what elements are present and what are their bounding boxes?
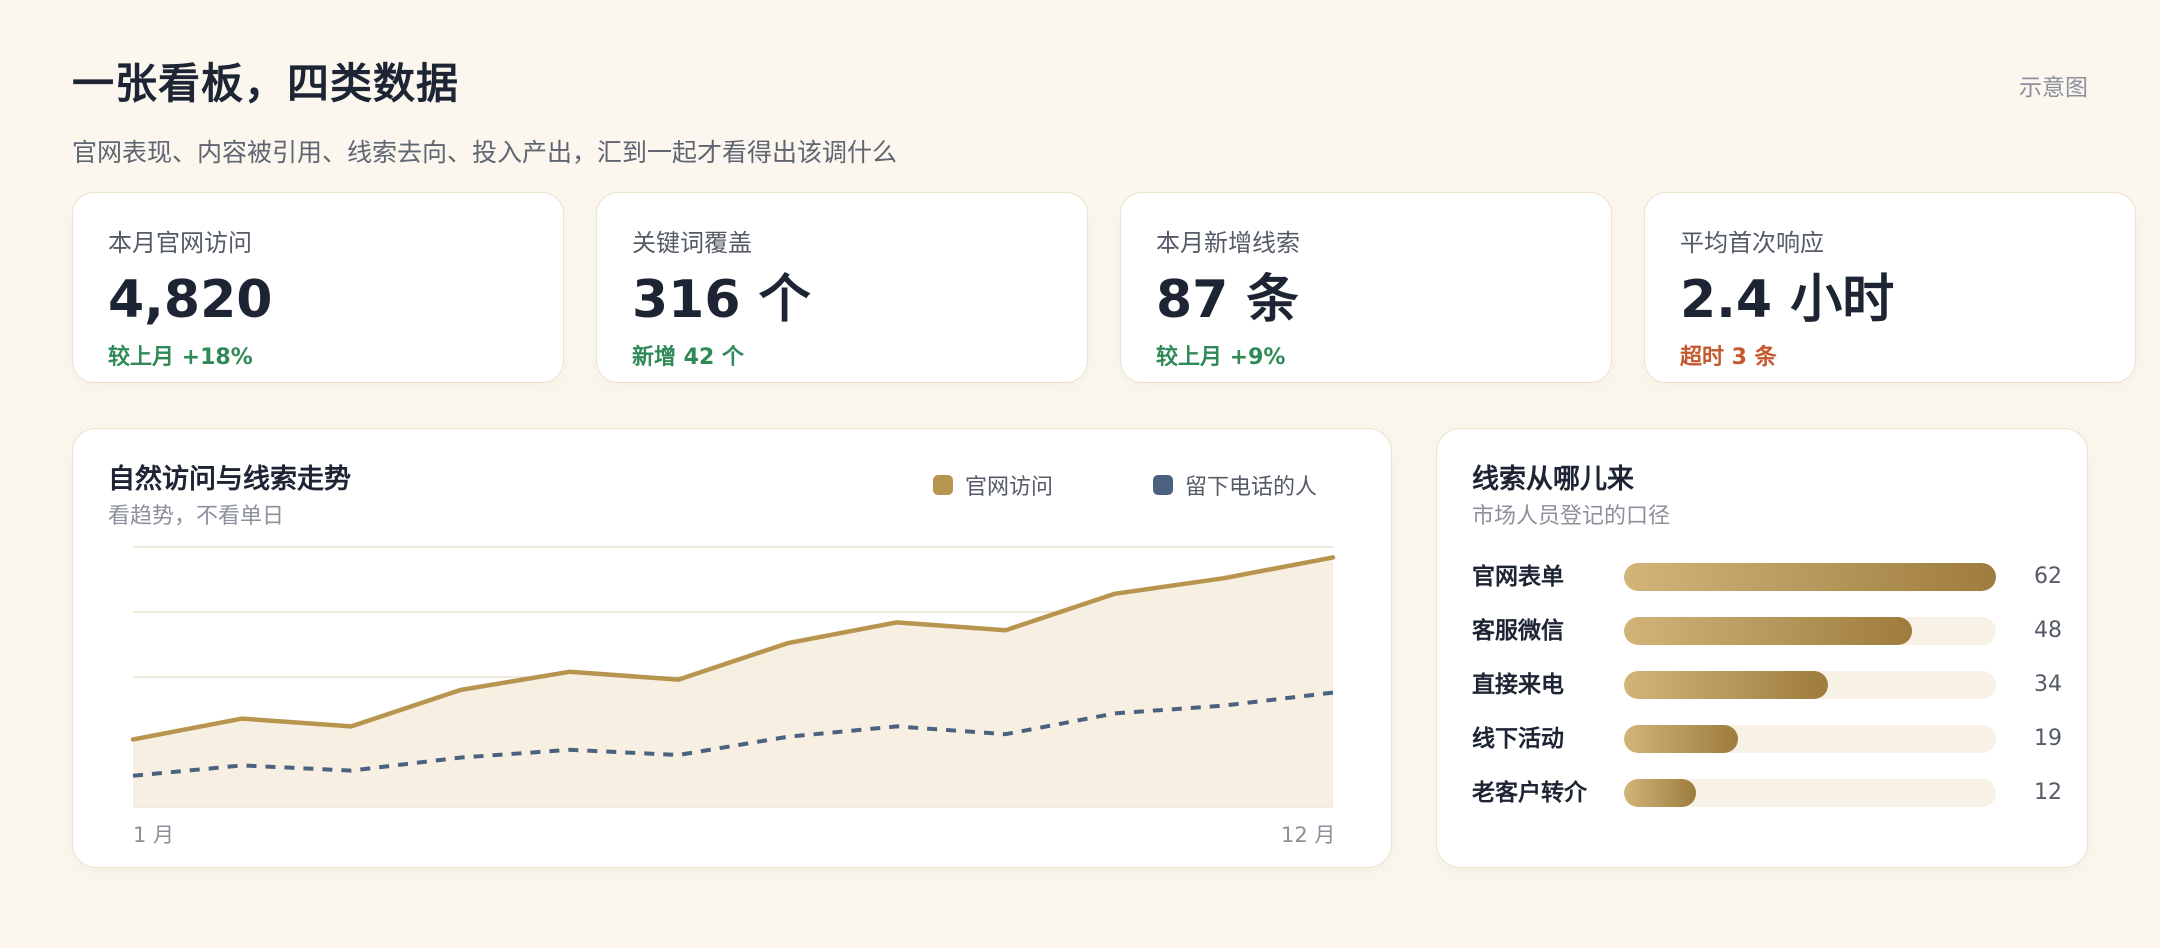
- kpi-label: 本月新增线索: [1156, 229, 1300, 257]
- source-value: 34: [2034, 672, 2062, 697]
- x-axis-end-label: 12 月: [1281, 823, 1336, 847]
- trend-panel: 自然访问与线索走势 看趋势，不看单日 官网访问 留下电话的人 1 月 12 月: [72, 428, 1392, 868]
- trend-title: 自然访问与线索走势: [108, 464, 351, 495]
- bar-fill: [1624, 779, 1696, 807]
- source-list: 官网表单 62 客服微信 48 直接来电 34 线下活动 19 老客户转介 12: [1472, 563, 2062, 833]
- bar-track: [1624, 671, 1996, 699]
- source-value: 19: [2034, 726, 2062, 751]
- diagram-badge: 示意图: [2019, 75, 2088, 101]
- kpi-card-leads: 本月新增线索 87 条 较上月 +9%: [1120, 192, 1612, 383]
- source-value: 48: [2034, 618, 2062, 643]
- bar-fill: [1624, 617, 1912, 645]
- source-panel: 线索从哪儿来 市场人员登记的口径 官网表单 62 客服微信 48 直接来电 34…: [1436, 428, 2088, 868]
- kpi-value: 316 个: [632, 270, 811, 330]
- bar-track: [1624, 563, 1996, 591]
- bar-fill: [1624, 563, 1996, 591]
- bar-fill: [1624, 671, 1828, 699]
- header: 一张看板，四类数据 官网表现、内容被引用、线索去向、投入产出，汇到一起才看得出该…: [72, 50, 897, 169]
- kpi-delta: 较上月 +9%: [1156, 345, 1286, 371]
- trend-subtitle: 看趋势，不看单日: [108, 504, 285, 529]
- kpi-card-response: 平均首次响应 2.4 小时 超时 3 条: [1644, 192, 2136, 383]
- kpi-value: 4,820: [108, 270, 273, 330]
- kpi-delta: 新增 42 个: [632, 345, 744, 371]
- kpi-label: 关键词覆盖: [632, 229, 752, 257]
- bar-fill: [1624, 725, 1738, 753]
- source-row: 直接来电 34: [1472, 671, 2062, 725]
- source-row: 线下活动 19: [1472, 725, 2062, 779]
- source-label: 官网表单: [1472, 564, 1564, 590]
- source-value: 12: [2034, 780, 2062, 805]
- source-subtitle: 市场人员登记的口径: [1472, 504, 1671, 529]
- kpi-card-keywords: 关键词覆盖 316 个 新增 42 个: [596, 192, 1088, 383]
- source-row: 官网表单 62: [1472, 563, 2062, 617]
- bar-track: [1624, 725, 1996, 753]
- legend-label: 官网访问: [965, 475, 1054, 500]
- bar-track: [1624, 617, 1996, 645]
- page-title: 一张看板，四类数据: [72, 59, 460, 108]
- kpi-row: 本月官网访问 4,820 较上月 +18% 关键词覆盖 316 个 新增 42 …: [72, 192, 2136, 383]
- source-label: 客服微信: [1472, 618, 1564, 644]
- bar-track: [1624, 779, 1996, 807]
- source-value: 62: [2034, 564, 2062, 589]
- kpi-value: 87 条: [1156, 270, 1299, 330]
- kpi-delta: 较上月 +18%: [108, 345, 253, 371]
- page-subtitle: 官网表现、内容被引用、线索去向、投入产出，汇到一起才看得出该调什么: [72, 138, 898, 167]
- legend-item-visits: 官网访问: [933, 469, 1053, 501]
- legend-swatch: [933, 475, 953, 495]
- source-row: 老客户转介 12: [1472, 779, 2062, 833]
- legend-label: 留下电话的人: [1185, 475, 1318, 500]
- source-title: 线索从哪儿来: [1472, 464, 1634, 495]
- kpi-card-visits: 本月官网访问 4,820 较上月 +18%: [72, 192, 564, 383]
- kpi-delta: 超时 3 条: [1680, 345, 1777, 371]
- kpi-label: 平均首次响应: [1680, 229, 1824, 257]
- source-label: 直接来电: [1472, 672, 1564, 698]
- source-label: 线下活动: [1472, 726, 1564, 752]
- legend-swatch: [1153, 475, 1173, 495]
- source-label: 老客户转介: [1472, 780, 1587, 806]
- source-row: 客服微信 48: [1472, 617, 2062, 671]
- kpi-value: 2.4 小时: [1680, 270, 1895, 330]
- x-axis-start-label: 1 月: [133, 823, 175, 847]
- legend-item-calls: 留下电话的人: [1153, 469, 1317, 501]
- kpi-label: 本月官网访问: [108, 229, 252, 257]
